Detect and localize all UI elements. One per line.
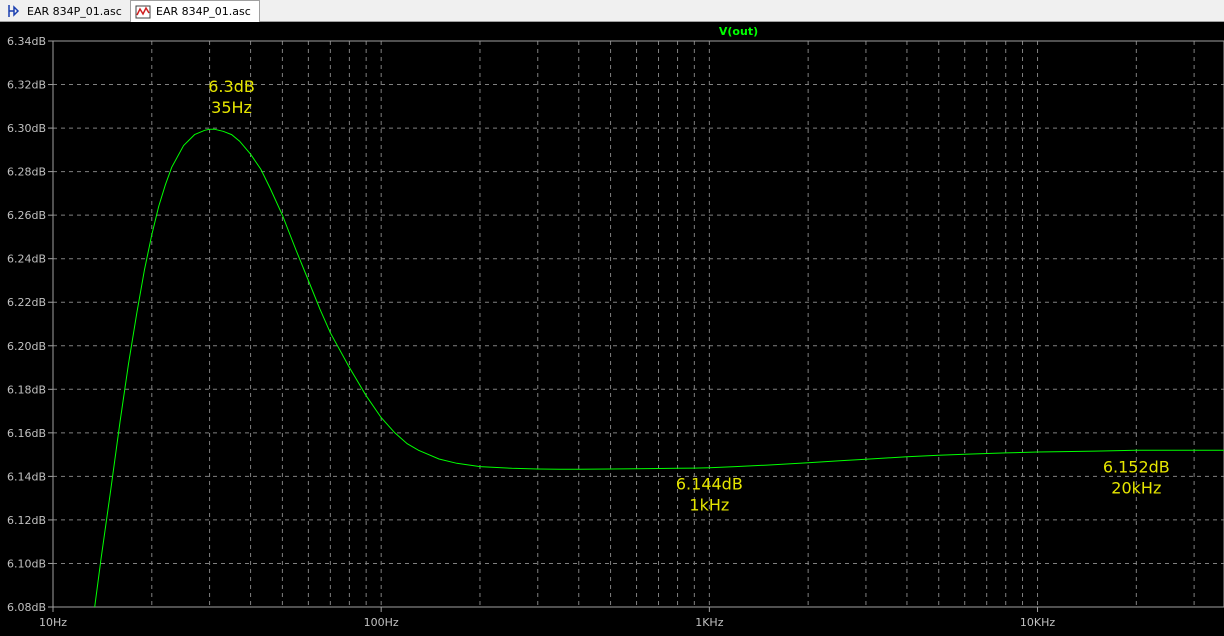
y-tick-label: 6.28dB bbox=[7, 166, 46, 179]
trace-title[interactable]: V(out) bbox=[719, 25, 758, 38]
y-tick-label: 6.34dB bbox=[7, 35, 46, 48]
tab-label: EAR 834P_01.asc bbox=[27, 4, 122, 18]
schematic-icon bbox=[6, 3, 22, 19]
annotation-frequency: 35Hz bbox=[211, 98, 252, 117]
grid bbox=[52, 40, 1224, 608]
annotation-value: 6.3dB bbox=[208, 77, 255, 96]
y-tick-label: 6.24dB bbox=[7, 253, 46, 266]
x-tick-label: 100Hz bbox=[364, 616, 399, 629]
y-tick-label: 6.32dB bbox=[7, 79, 46, 92]
annotation-frequency: 20kHz bbox=[1111, 478, 1161, 497]
tab-waveform[interactable]: EAR 834P_01.asc bbox=[130, 0, 260, 22]
y-tick-label: 6.08dB bbox=[7, 601, 46, 614]
y-tick-label: 6.22dB bbox=[7, 296, 46, 309]
y-tick-label: 6.20dB bbox=[7, 340, 46, 353]
y-tick-label: 6.18dB bbox=[7, 383, 46, 396]
x-tick-label: 1KHz bbox=[695, 616, 723, 629]
y-axis: 6.08dB 6.10dB 6.12dB 6.14dB 6.16dB 6.18dB 6.20… bbox=[7, 35, 53, 614]
tab-schematic[interactable]: EAR 834P_01.asc bbox=[2, 1, 130, 21]
y-tick-label: 6.16dB bbox=[7, 427, 46, 440]
plot-frame bbox=[52, 40, 1224, 608]
y-tick-label: 6.26dB bbox=[7, 209, 46, 222]
document-tab-bar: EAR 834P_01.asc EAR 834P_01.asc bbox=[0, 0, 1224, 22]
annotation-frequency: 1kHz bbox=[689, 496, 729, 515]
annotation-value: 6.144dB bbox=[676, 475, 743, 494]
y-tick-label: 6.30dB bbox=[7, 122, 46, 135]
x-tick-label: 10Hz bbox=[39, 616, 67, 629]
chart-svg: 6.08dB 6.10dB 6.12dB 6.14dB 6.16dB 6.18dB 6.20… bbox=[7, 25, 1224, 629]
waveform-icon bbox=[135, 4, 151, 20]
x-tick-label: 10KHz bbox=[1020, 616, 1055, 629]
annotations: 6.3dB 35Hz 6.144dB 1kHz 6.152dB 20kHz bbox=[208, 77, 1170, 515]
y-tick-label: 6.12dB bbox=[7, 514, 46, 527]
series-line-vout[interactable] bbox=[94, 128, 1224, 608]
y-tick-label: 6.14dB bbox=[7, 470, 46, 483]
waveform-plot[interactable]: 6.08dB 6.10dB 6.12dB 6.14dB 6.16dB 6.18dB 6.20… bbox=[0, 22, 1224, 632]
y-tick-label: 6.10dB bbox=[7, 557, 46, 570]
tab-label: EAR 834P_01.asc bbox=[156, 5, 251, 18]
x-axis: 10Hz 100Hz 1KHz 10KHz bbox=[39, 607, 1055, 629]
annotation-value: 6.152dB bbox=[1103, 457, 1170, 476]
